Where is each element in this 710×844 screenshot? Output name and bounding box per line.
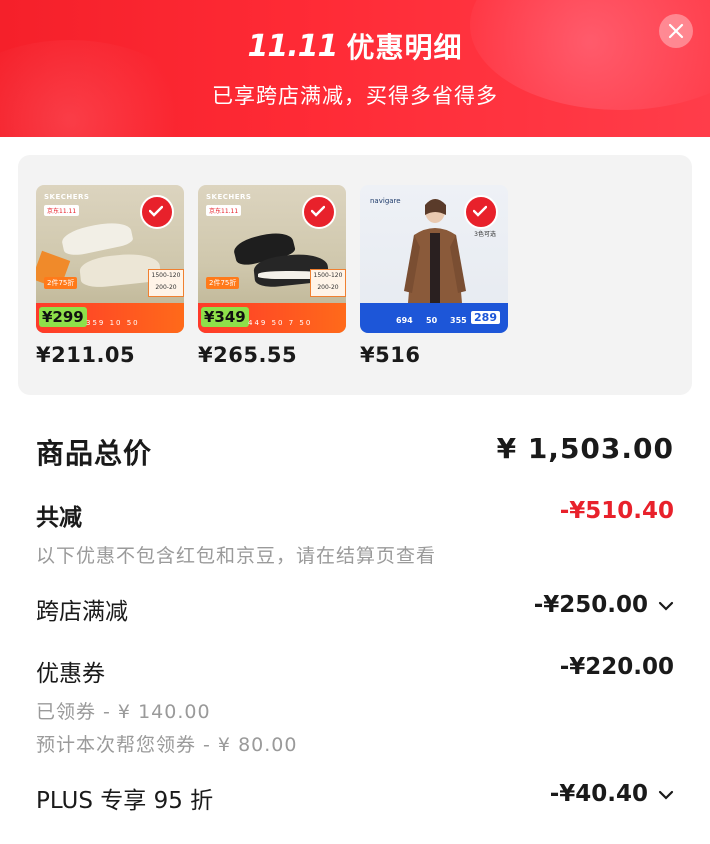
chevron-down-icon: [658, 601, 674, 611]
price-bar-number: 355: [450, 316, 467, 325]
check-icon: [473, 205, 487, 217]
product-price: ¥516: [360, 343, 421, 367]
total-price-row: 商品总价 ¥ 1,503.00: [36, 432, 674, 472]
total-discount-value: -¥510.40: [559, 498, 674, 524]
price-bar-numbers: 449 50 7 50: [248, 319, 313, 327]
manjian-line: 1500-120: [313, 272, 343, 279]
plus-discount-label: PLUS 专享 95 折: [36, 788, 214, 814]
product-thumbnail[interactable]: navigare 3色可选 694 50 355 289: [360, 185, 508, 333]
cross-store-label: 跨店满减: [36, 599, 128, 625]
manjian-tag: 1500-120 200-20: [310, 269, 346, 297]
price-bar-numbers: 359 10 50: [86, 319, 140, 327]
promo-tag: 2件75折: [44, 277, 78, 289]
check-icon: [311, 205, 325, 217]
header-title-row: 11.11 优惠明细: [0, 26, 710, 66]
plus-discount-row[interactable]: PLUS 专享 95 折 -¥40.40: [36, 781, 674, 814]
total-discount-row: 共减 -¥510.40: [36, 498, 674, 531]
check-icon: [149, 205, 163, 217]
price-bar-number: 694: [396, 316, 413, 325]
coupon-value: -¥220.00: [559, 654, 674, 680]
chevron-down-icon: [658, 790, 674, 800]
product-card[interactable]: SKECHERS 京东11.11 2件75折 1500-120 200-20 ¥…: [198, 185, 346, 367]
selected-badge[interactable]: [464, 195, 498, 229]
coupon-label: 优惠券: [36, 661, 105, 687]
coupon-row: 优惠券 -¥220.00: [36, 654, 674, 687]
total-price-label: 商品总价: [36, 437, 153, 470]
page-subtitle: 已享跨店满减，买得多省得多: [212, 84, 498, 108]
selected-badge[interactable]: [140, 195, 174, 229]
coupon-to-claim: 预计本次帮您领券 - ¥ 80.00: [36, 734, 298, 756]
product-price: ¥211.05: [36, 343, 136, 367]
product-thumbnail[interactable]: SKECHERS 京东11.11 2件75折 1500-120 200-20 ¥…: [198, 185, 346, 333]
brand-label: SKECHERS: [44, 193, 90, 201]
promo-tag: 2件75折: [206, 277, 240, 289]
plus-discount-value-wrap[interactable]: -¥40.40: [550, 781, 674, 807]
selected-badge[interactable]: [302, 195, 336, 229]
discount-note: 以下优惠不包含红包和京豆，请在结算页查看: [36, 545, 437, 567]
cross-store-row[interactable]: 跨店满减 -¥250.00: [36, 592, 674, 625]
brand-label: navigare: [370, 197, 401, 205]
close-icon: [668, 23, 684, 39]
cross-store-value-wrap[interactable]: -¥250.00: [534, 592, 674, 618]
price-bar-number: 50: [426, 316, 438, 325]
jd-tag: 京东11.11: [44, 205, 80, 216]
list-price: 289: [471, 311, 500, 324]
product-thumbnail[interactable]: SKECHERS 京东11.11 2件75折 1500-120 200-20 ¥…: [36, 185, 184, 333]
page-title: 优惠明细: [346, 31, 463, 64]
promo-header: 11.11 优惠明细 已享跨店满减，买得多省得多: [0, 0, 710, 137]
jd-tag: 京东11.11: [206, 205, 242, 216]
coupon-claimed: 已领券 - ¥ 140.00: [36, 701, 211, 723]
cross-store-value: -¥250.00: [533, 592, 648, 618]
product-price: ¥265.55: [198, 343, 298, 367]
list-price: ¥349: [201, 307, 249, 327]
price-bar: ¥299 359 10 50: [36, 303, 184, 333]
manjian-line: 200-20: [317, 284, 339, 291]
manjian-line: 200-20: [155, 284, 177, 291]
manjian-line: 1500-120: [151, 272, 181, 279]
total-discount-label: 共减: [36, 505, 82, 531]
color-options: 3色可选: [474, 231, 496, 238]
brand-label: SKECHERS: [206, 193, 252, 201]
double-eleven-logo: 11.11: [247, 28, 338, 64]
product-card[interactable]: SKECHERS 京东11.11 2件75折 1500-120 200-20 ¥…: [36, 185, 184, 367]
product-card[interactable]: navigare 3色可选 694 50 355 289 ¥516: [360, 185, 508, 367]
manjian-tag: 1500-120 200-20: [148, 269, 184, 297]
product-strip: SKECHERS 京东11.11 2件75折 1500-120 200-20 ¥…: [18, 155, 692, 395]
shoe-image: [60, 218, 134, 258]
close-button[interactable]: [659, 14, 693, 48]
plus-discount-value: -¥40.40: [549, 781, 648, 807]
total-price-value: ¥ 1,503.00: [496, 432, 674, 465]
price-bar: ¥349 449 50 7 50: [198, 303, 346, 333]
list-price: ¥299: [39, 307, 87, 327]
